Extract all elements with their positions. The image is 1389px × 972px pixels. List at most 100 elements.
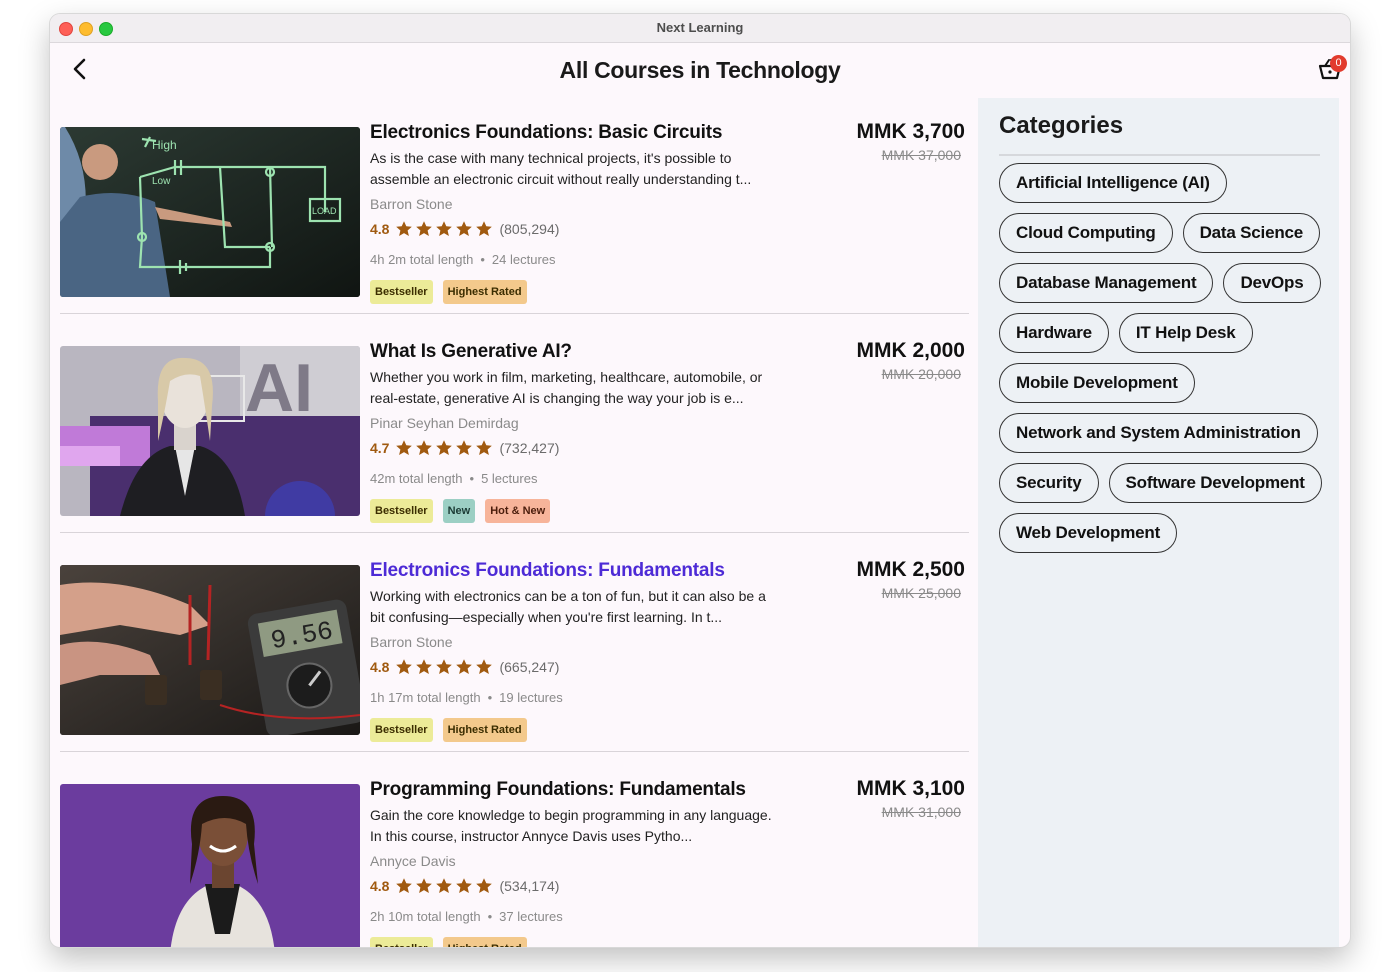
star-icon — [396, 878, 413, 893]
svg-text:High: High — [152, 138, 177, 152]
course-thumbnail[interactable] — [60, 784, 360, 947]
rating-value: 4.7 — [370, 440, 390, 456]
course-rating: 4.8 (665,247) — [370, 658, 559, 676]
course-thumbnail[interactable]: 9.56 — [60, 565, 360, 735]
star-icon — [476, 659, 493, 674]
original-price: MMK 25,000 — [881, 585, 961, 601]
lecture-count: 24 lectures — [491, 252, 556, 267]
course-price: MMK 3,700 MMK 37,000 — [856, 120, 965, 163]
course-card[interactable]: Programming Foundations: Fundamentals Ga… — [60, 755, 969, 947]
course-tags: Bestseller Highest Rated — [370, 280, 527, 304]
course-length: 2h 10m total length — [370, 909, 481, 924]
bestseller-badge: Bestseller — [370, 280, 433, 304]
instructor-name: Barron Stone — [370, 196, 453, 212]
star-icon — [396, 659, 413, 674]
course-length: 4h 2m total length — [370, 252, 474, 267]
course-price: MMK 2,500 MMK 25,000 — [856, 558, 965, 601]
star-rating — [395, 220, 495, 238]
course-thumbnail[interactable]: High Low LOAD — [60, 127, 360, 297]
star-icon — [456, 659, 473, 674]
course-description: Working with electronics can be a ton of… — [370, 588, 766, 625]
star-rating — [395, 877, 495, 895]
category-chip-web-development[interactable]: Web Development — [999, 513, 1178, 553]
divider — [60, 313, 969, 314]
course-tags: Bestseller Highest Rated — [370, 937, 527, 947]
review-count: (732,427) — [499, 440, 560, 456]
course-description: Gain the core knowledge to begin program… — [370, 807, 772, 844]
star-rating — [395, 439, 495, 457]
category-chip-database-management[interactable]: Database Management — [999, 263, 1214, 303]
lecture-count: 5 lectures — [481, 471, 538, 486]
course-card[interactable]: 9.56 Electronics Foundations: Fundamenta… — [60, 536, 969, 755]
bestseller-badge: Bestseller — [370, 937, 433, 947]
course-price: MMK 3,100 MMK 31,000 — [856, 777, 965, 820]
category-chip-software-development[interactable]: Software Development — [1108, 463, 1322, 503]
divider — [60, 751, 969, 752]
course-description: Whether you work in film, marketing, hea… — [370, 369, 763, 406]
category-chip-artificial-intelligence[interactable]: Artificial Intelligence (AI) — [999, 163, 1227, 203]
course-length: 1h 17m total length — [370, 690, 481, 705]
app-window: Next Learning All Courses in Technology … — [50, 14, 1350, 947]
course-title[interactable]: Electronics Foundations: Fundamentals — [370, 560, 840, 582]
window-title: Next Learning — [656, 20, 744, 35]
star-icon — [436, 221, 453, 236]
course-description: As is the case with many technical proje… — [370, 150, 752, 187]
course-card[interactable]: High Low LOAD Electronics Foundations: B… — [60, 98, 969, 317]
categories-panel: Categories Artificial Intelligence (AI) … — [978, 98, 1339, 947]
rating-value: 4.8 — [370, 878, 390, 894]
star-rating — [395, 658, 495, 676]
review-count: (534,174) — [499, 878, 560, 894]
category-chip-hardware[interactable]: Hardware — [999, 313, 1109, 353]
course-tags: Bestseller New Hot & New — [370, 499, 551, 523]
course-thumbnail[interactable]: AI — [60, 346, 360, 516]
instructor-name: Barron Stone — [370, 634, 453, 650]
course-title[interactable]: Electronics Foundations: Basic Circuits — [370, 122, 840, 144]
course-price: MMK 2,000 MMK 20,000 — [856, 339, 965, 382]
svg-text:AI: AI — [245, 350, 313, 426]
rating-value: 4.8 — [370, 221, 390, 237]
rating-value: 4.8 — [370, 659, 390, 675]
cart-count-badge: 0 — [1330, 55, 1347, 72]
highest-rated-badge: Highest Rated — [442, 718, 527, 742]
lecture-count: 37 lectures — [499, 909, 563, 924]
category-chip-data-science[interactable]: Data Science — [1182, 213, 1321, 253]
course-list[interactable]: High Low LOAD Electronics Foundations: B… — [60, 98, 969, 947]
course-meta: 4h 2m total length • 24 lectures — [370, 252, 556, 267]
star-icon — [436, 878, 453, 893]
review-count: (665,247) — [499, 659, 560, 675]
star-icon — [456, 878, 473, 893]
app-bar: All Courses in Technology 0 — [50, 43, 1350, 98]
course-title[interactable]: What Is Generative AI? — [370, 341, 840, 363]
star-icon — [456, 221, 473, 236]
category-chip-it-help-desk[interactable]: IT Help Desk — [1118, 313, 1253, 353]
instructor-name: Annyce Davis — [370, 853, 456, 869]
star-icon — [416, 878, 433, 893]
category-chip-mobile-development[interactable]: Mobile Development — [999, 363, 1195, 403]
lecture-count: 19 lectures — [499, 690, 563, 705]
category-chip-devops[interactable]: DevOps — [1223, 263, 1321, 303]
star-icon — [396, 440, 413, 455]
current-price: MMK 3,700 — [856, 120, 965, 143]
course-title[interactable]: Programming Foundations: Fundamentals — [370, 779, 840, 801]
star-icon — [476, 440, 493, 455]
category-chip-security[interactable]: Security — [999, 463, 1099, 503]
original-price: MMK 37,000 — [881, 147, 961, 163]
highest-rated-badge: Highest Rated — [442, 937, 527, 947]
course-rating: 4.7 (732,427) — [370, 439, 559, 457]
star-icon — [416, 659, 433, 674]
course-meta: 42m total length • 5 lectures — [370, 471, 538, 486]
course-card[interactable]: AI What Is Generative AI? Whether you wo… — [60, 317, 969, 536]
divider — [999, 154, 1320, 156]
svg-text:Low: Low — [152, 176, 171, 187]
original-price: MMK 31,000 — [881, 804, 961, 820]
hot-new-badge: Hot & New — [485, 499, 551, 523]
page-title: All Courses in Technology — [559, 57, 841, 83]
course-rating: 4.8 (534,174) — [370, 877, 559, 895]
current-price: MMK 3,100 — [856, 777, 965, 800]
category-chip-cloud-computing[interactable]: Cloud Computing — [999, 213, 1173, 253]
star-icon — [476, 221, 493, 236]
current-price: MMK 2,000 — [856, 339, 965, 362]
category-chip-network-system-administration[interactable]: Network and System Administration — [999, 413, 1318, 453]
star-icon — [416, 221, 433, 236]
star-icon — [416, 440, 433, 455]
